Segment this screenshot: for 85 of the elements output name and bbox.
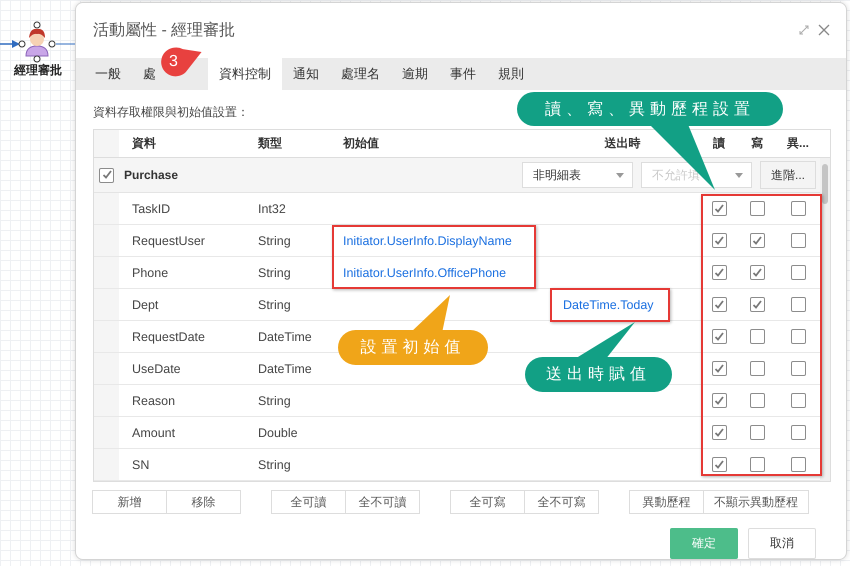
table-cell-text: DateTime: [257, 330, 313, 344]
read-checkbox[interactable]: [712, 233, 726, 248]
callout: 設置初始值: [338, 293, 488, 365]
history-checkbox[interactable]: [790, 233, 806, 248]
table-cell-text: Reason: [131, 394, 176, 408]
group-name: Purchase: [124, 168, 180, 182]
tab[interactable]: 資料控制: [208, 58, 282, 90]
write-checkbox[interactable]: [750, 361, 764, 376]
cancel-button[interactable]: 取消: [748, 528, 816, 559]
maximize-icon[interactable]: [798, 24, 810, 36]
group-checkbox[interactable]: [99, 168, 114, 182]
table-cell-text: TaskID: [131, 202, 172, 216]
caret-icon: [734, 172, 743, 178]
column-header: 類型: [256, 135, 283, 152]
table-cell-text: Double: [257, 426, 299, 440]
read-checkbox[interactable]: [712, 297, 726, 312]
column-header: 讀: [712, 135, 726, 152]
table-cell-text: DateTime: [257, 362, 313, 376]
history-checkbox[interactable]: [790, 201, 806, 216]
write-checkbox[interactable]: [750, 329, 764, 344]
send-value-link[interactable]: DateTime.Today: [545, 298, 700, 312]
history-checkbox[interactable]: [790, 361, 806, 376]
history-checkbox[interactable]: [790, 297, 806, 312]
column-header: 異...: [786, 135, 810, 152]
tab[interactable]: 一般: [84, 58, 132, 90]
history-checkbox[interactable]: [790, 329, 806, 344]
toolbar-button[interactable]: 移除: [166, 490, 241, 514]
table-cell-text: UseDate: [131, 362, 182, 376]
toolbar-button[interactable]: 全不可寫: [524, 490, 599, 514]
write-checkbox[interactable]: [750, 233, 764, 248]
read-checkbox[interactable]: [712, 329, 726, 344]
read-checkbox[interactable]: [712, 393, 726, 408]
column-header: 送出時: [604, 135, 642, 152]
toolbar-button[interactable]: 不顯示異動歷程: [703, 490, 809, 514]
window-title: 活動屬性 - 經理審批: [93, 20, 236, 41]
table-cell-text: String: [257, 458, 292, 472]
dropdown[interactable]: 非明細表: [522, 162, 633, 188]
tab[interactable]: 規則: [487, 58, 535, 90]
history-checkbox[interactable]: [790, 457, 806, 472]
caret-icon: [616, 172, 624, 178]
table-cell-text: RequestUser: [131, 234, 206, 248]
toolbar-button[interactable]: 異動歷程: [629, 490, 704, 514]
table-cell-text: Int32: [257, 202, 287, 216]
history-checkbox[interactable]: [790, 393, 806, 408]
table-cell-text: Dept: [131, 298, 160, 312]
toolbar-button[interactable]: 全可寫: [450, 490, 525, 514]
column-header: 寫: [750, 135, 764, 152]
table-cell-text: String: [257, 298, 292, 312]
toolbar-button[interactable]: 全可讀: [271, 490, 346, 514]
table-cell-text: String: [257, 266, 292, 280]
history-checkbox[interactable]: [790, 265, 806, 280]
initial-value-link[interactable]: Initiator.UserInfo.OfficePhone: [330, 266, 545, 280]
table-cell-text: String: [257, 394, 292, 408]
section-label: 資料存取權限與初始值設置：: [93, 104, 249, 121]
close-icon[interactable]: [818, 24, 830, 36]
node-label: 經理審批: [14, 62, 62, 79]
table-cell-text: String: [257, 234, 292, 248]
read-checkbox[interactable]: [712, 361, 726, 376]
table-cell-text: Amount: [131, 426, 176, 440]
write-checkbox[interactable]: [750, 201, 764, 216]
write-checkbox[interactable]: [750, 425, 764, 440]
write-checkbox[interactable]: [750, 297, 764, 312]
tab[interactable]: 處: [132, 58, 158, 90]
read-checkbox[interactable]: [712, 425, 726, 440]
callout: 送出時賦值: [525, 320, 672, 392]
table-cell-text: Phone: [131, 266, 170, 280]
write-checkbox[interactable]: [750, 393, 764, 408]
read-checkbox[interactable]: [712, 265, 726, 280]
history-checkbox[interactable]: [790, 425, 806, 440]
advanced-button[interactable]: 進階...: [760, 161, 816, 189]
initial-value-link[interactable]: Initiator.UserInfo.DisplayName: [330, 234, 545, 248]
toolbar-button[interactable]: 全不可讀: [345, 490, 420, 514]
read-checkbox[interactable]: [712, 457, 726, 472]
write-checkbox[interactable]: [750, 265, 764, 280]
table-cell-text: SN: [131, 458, 150, 472]
tab[interactable]: 逾期: [391, 58, 439, 90]
write-checkbox[interactable]: [750, 457, 764, 472]
toolbar-button[interactable]: 新增: [92, 490, 167, 514]
table-cell-text: RequestDate: [131, 330, 206, 344]
tab[interactable]: 處理名: [330, 58, 391, 90]
column-header: 資料: [131, 135, 157, 152]
tab[interactable]: 通知: [282, 58, 330, 90]
column-header: 初始值: [342, 135, 380, 152]
tab[interactable]: 事件: [439, 58, 487, 90]
read-checkbox[interactable]: [712, 201, 726, 216]
